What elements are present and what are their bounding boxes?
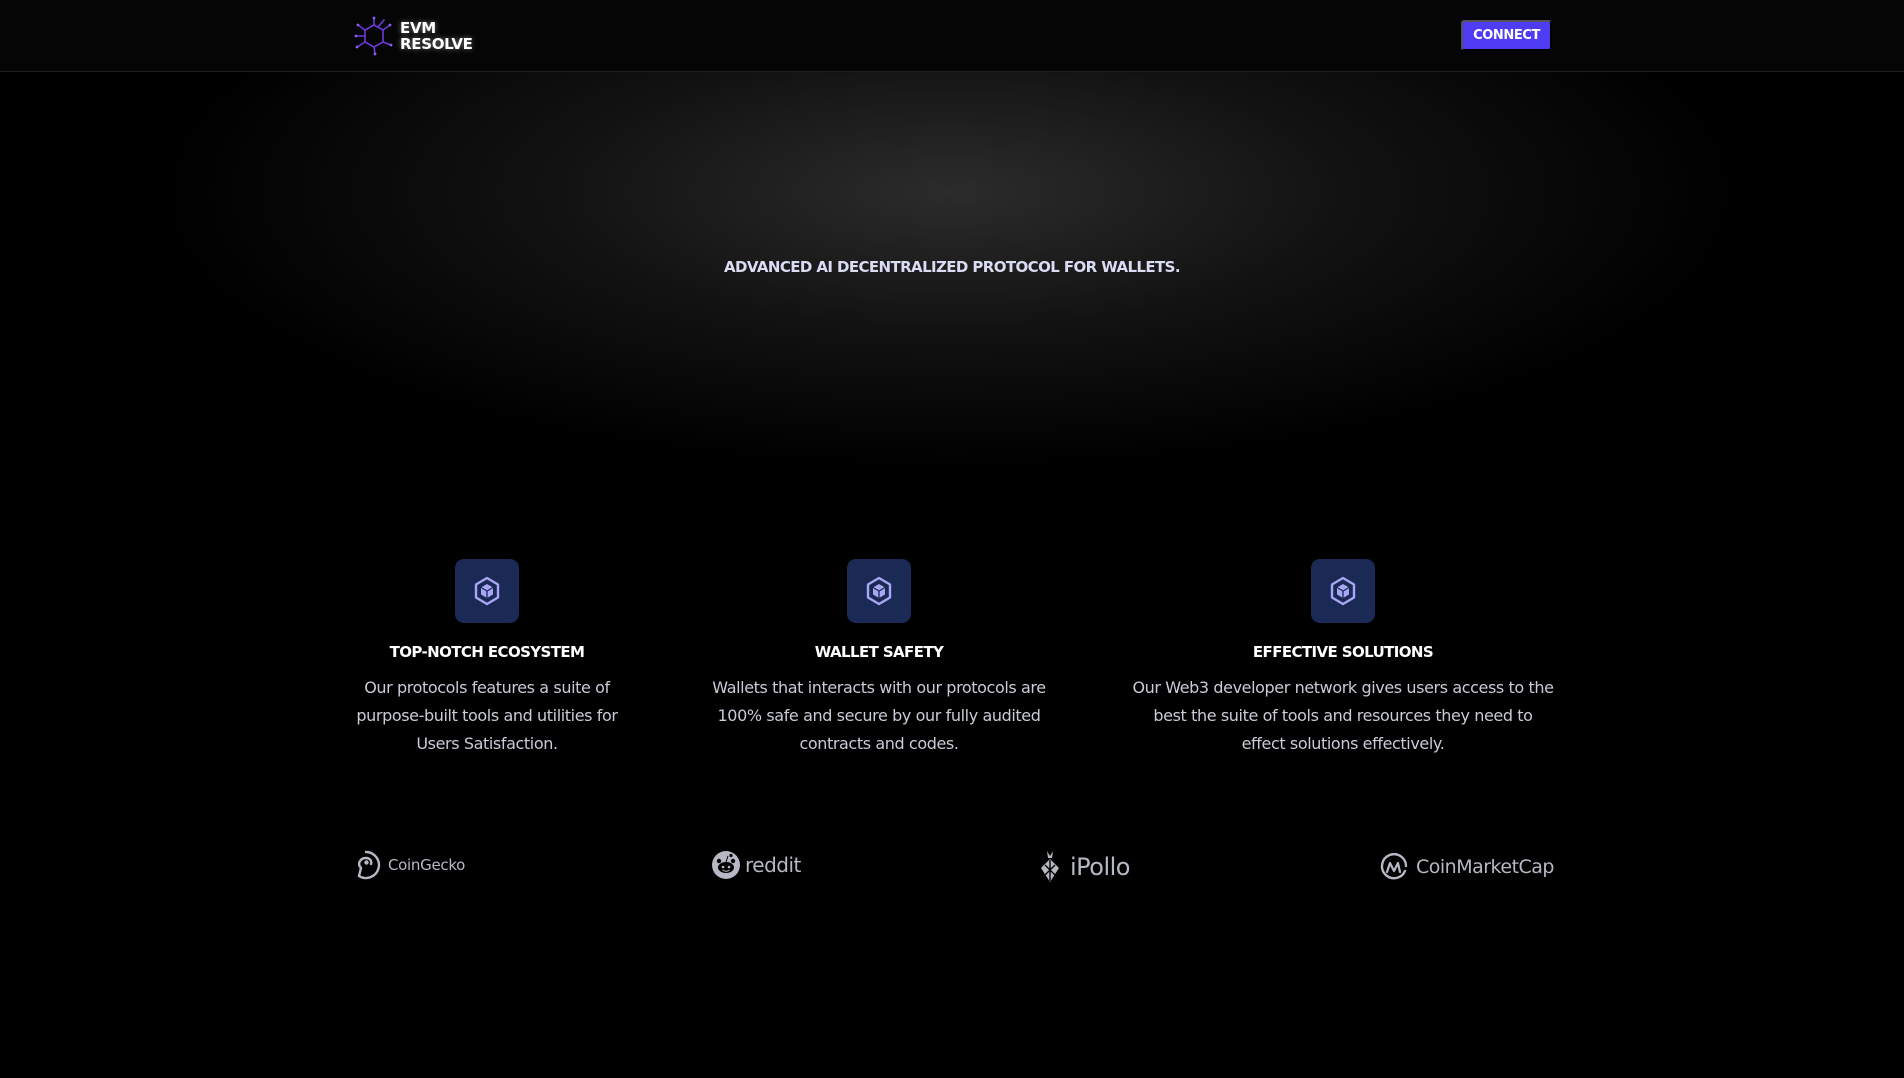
feature-card-effective-solutions: EFFECTIVE SOLUTIONS Our Web3 developer n… [1130,559,1556,758]
brand-logo[interactable]: EVM RESOLVE [354,16,473,56]
feature-description: Our Web3 developer network gives users a… [1132,678,1554,753]
coingecko-logo-icon [357,850,381,880]
cube-hexagon-icon [847,559,911,623]
partner-coingecko[interactable]: CoinGecko [351,850,465,880]
connect-button[interactable]: CONNECT [1461,20,1552,51]
feature-description: Wallets that interacts with our protocol… [712,678,1046,753]
feature-card-wallet-safety: WALLET SAFETY Wallets that interacts wit… [709,559,1049,758]
reddit-logo-icon [712,851,740,879]
brand-line-1: EVM [400,19,436,37]
cube-hexagon-icon [1311,559,1375,623]
partner-name: iPollo [1070,853,1131,881]
partner-name: CoinGecko [388,856,466,874]
feature-title: EFFECTIVE SOLUTIONS [1252,643,1434,661]
site-header: EVM RESOLVE CONNECT [0,0,1904,72]
partner-coinmarketcap[interactable]: CoinMarketCap [1379,851,1555,883]
cube-hexagon-icon [455,559,519,623]
partner-name: reddit [745,853,801,877]
partner-name: CoinMarketCap [1416,856,1555,878]
coinmarketcap-logo-icon [1380,853,1408,880]
brand-line-2: RESOLVE [400,35,473,53]
landing-page: EVM RESOLVE CONNECT ADVANCED AI DECENTRA… [0,0,1904,1078]
partner-ipollo[interactable]: iPollo [1038,850,1131,884]
evm-resolve-logo-icon [354,16,393,56]
feature-title: WALLET SAFETY [814,643,944,661]
feature-description: Our protocols features a suite of purpos… [356,678,618,753]
feature-card-ecosystem: TOP-NOTCH ECOSYSTEM Our protocols featur… [350,559,624,758]
hero-title: ADVANCED AI DECENTRALIZED PROTOCOL FOR W… [724,258,1181,276]
feature-title: TOP-NOTCH ECOSYSTEM [389,643,585,661]
brand-wordmark: EVM RESOLVE [400,20,473,52]
partner-reddit[interactable]: reddit [711,850,801,880]
ipollo-logo-icon [1041,851,1059,882]
